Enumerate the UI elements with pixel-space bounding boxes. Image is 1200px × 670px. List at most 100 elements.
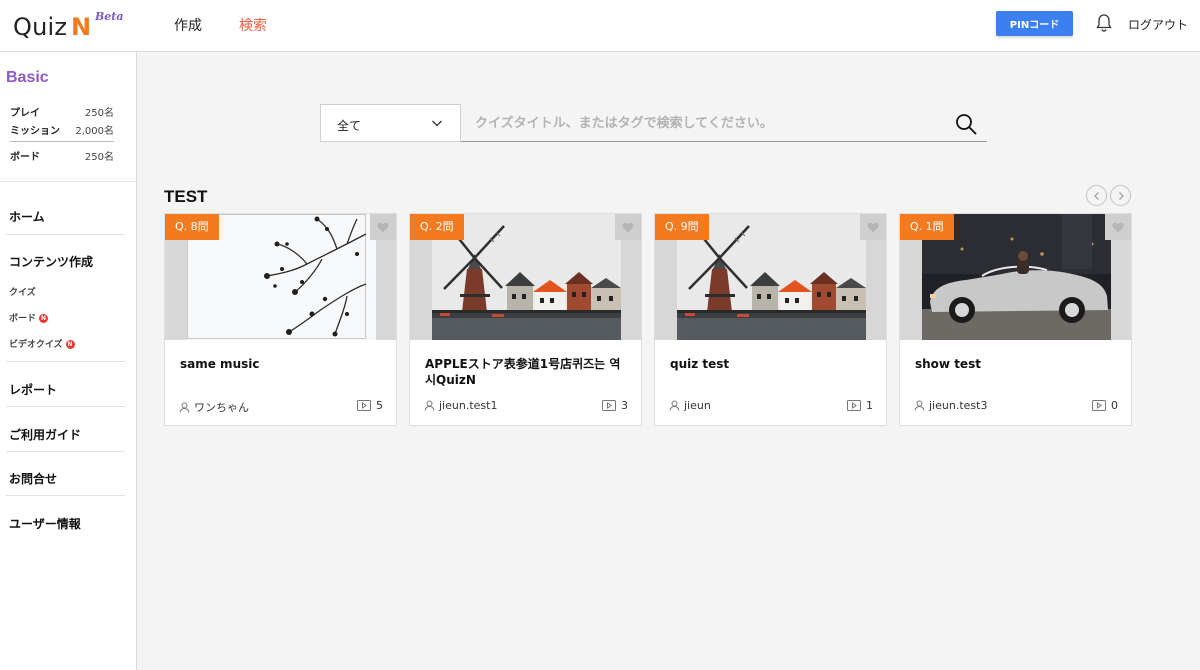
stat-label: ミッション (10, 126, 60, 137)
menu-user-info[interactable]: ユーザー情報 (9, 515, 81, 532)
heart-icon (622, 222, 634, 233)
stat-board: ボード 250名 (10, 148, 114, 164)
heart-icon (867, 222, 879, 233)
bell-icon[interactable] (1095, 13, 1113, 33)
carousel-next-button[interactable] (1110, 185, 1131, 206)
user-icon (424, 400, 435, 411)
nav-create[interactable]: 作成 (174, 15, 202, 35)
favorite-button[interactable] (1105, 214, 1131, 240)
card-author: jieun (669, 399, 711, 412)
menu-video-quiz[interactable]: ビデオクイズ N (9, 337, 75, 350)
stat-mission: ミッション 2,000名 (10, 122, 114, 138)
stat-value: 250名 (84, 152, 114, 163)
favorite-button[interactable] (370, 214, 396, 240)
quiz-card[interactable]: Q. 9問 quiz test jieun 1 (654, 213, 887, 426)
menu-divider (6, 406, 125, 407)
menu-board-label: ボード (9, 314, 37, 324)
nav-search[interactable]: 検索 (239, 15, 267, 35)
menu-quiz[interactable]: クイズ (9, 285, 36, 298)
card-author: jieun.test3 (914, 399, 987, 412)
card-title: quiz test (670, 357, 730, 371)
heart-icon (1112, 222, 1124, 233)
favorite-button[interactable] (615, 214, 641, 240)
menu-divider (6, 451, 125, 452)
logo-text: Quiz (13, 13, 68, 41)
quiz-card[interactable]: Q. 1問 show test jieun.test3 0 (899, 213, 1132, 426)
menu-report[interactable]: レポート (9, 381, 57, 398)
stat-label: プレイ (10, 108, 40, 119)
top-header: Quiz N Beta 作成 検索 PINコード ログアウト (0, 0, 1200, 52)
section-divider (0, 181, 136, 182)
user-icon (179, 402, 190, 413)
plan-name: Basic (6, 69, 49, 86)
menu-guide[interactable]: ご利用ガイド (9, 426, 81, 443)
card-author: ワンちゃん (179, 399, 249, 415)
menu-video-quiz-label: ビデオクイズ (9, 340, 63, 350)
menu-quiz-label: クイズ (9, 288, 36, 298)
quiz-card[interactable]: Q. 8問 same music ワンちゃん 5 (164, 213, 397, 426)
play-icon (602, 400, 616, 411)
question-count-badge: Q. 1問 (900, 214, 954, 240)
card-play-count: 5 (357, 399, 383, 412)
favorite-button[interactable] (860, 214, 886, 240)
card-thumbnail: Q. 8問 (165, 214, 396, 340)
author-name: jieun.test1 (439, 399, 498, 412)
filter-value: 全て (337, 119, 362, 133)
carousel-prev-button[interactable] (1086, 185, 1107, 206)
heart-icon (377, 222, 389, 233)
count-value: 0 (1111, 399, 1118, 412)
search-input[interactable] (475, 114, 945, 132)
stat-divider (10, 141, 114, 142)
new-badge: N (39, 314, 49, 323)
stat-value: 2,000名 (75, 126, 114, 137)
quizn-logo[interactable]: Quiz N Beta (13, 9, 124, 43)
question-count-badge: Q. 9問 (655, 214, 709, 240)
menu-divider (6, 495, 125, 496)
card-author: jieun.test1 (424, 399, 497, 412)
logo-n: N (71, 13, 92, 41)
search-bar (461, 104, 987, 142)
stat-play: プレイ 250名 (10, 104, 114, 120)
card-play-count: 1 (847, 399, 873, 412)
count-value: 5 (376, 399, 383, 412)
card-thumbnail: Q. 1問 (900, 214, 1131, 340)
pin-code-button[interactable]: PINコード (996, 11, 1073, 36)
author-name: jieun (684, 399, 711, 412)
card-title: show test (915, 357, 981, 371)
new-badge: N (65, 340, 75, 349)
user-icon (669, 400, 680, 411)
question-count-badge: Q. 8問 (165, 214, 219, 240)
logo-beta: Beta (95, 10, 124, 23)
chevron-right-icon (1119, 192, 1124, 200)
card-title: same music (180, 357, 260, 371)
menu-divider (6, 234, 125, 235)
author-name: ワンちゃん (194, 401, 249, 414)
card-play-count: 3 (602, 399, 628, 412)
logout-link[interactable]: ログアウト (1128, 16, 1188, 33)
search-icon[interactable] (955, 113, 977, 135)
quiz-card[interactable]: Q. 2問 APPLEストア表参道1号店퀴즈는 역시QuizN jieun.te… (409, 213, 642, 426)
sidebar: Basic プレイ 250名 ミッション 2,000名 ボード 250名 ホーム… (0, 52, 137, 670)
card-title: APPLEストア表参道1号店퀴즈는 역시QuizN (425, 357, 621, 387)
count-value: 3 (621, 399, 628, 412)
menu-content-create[interactable]: コンテンツ作成 (9, 253, 93, 270)
count-value: 1 (866, 399, 873, 412)
user-icon (914, 400, 925, 411)
search-filter-select[interactable]: 全て (320, 104, 461, 142)
section-title: TEST (164, 187, 208, 206)
play-icon (847, 400, 861, 411)
menu-home[interactable]: ホーム (9, 208, 45, 225)
card-thumbnail: Q. 2問 (410, 214, 641, 340)
menu-contact[interactable]: お問合せ (9, 470, 57, 487)
card-thumbnail: Q. 9問 (655, 214, 886, 340)
chevron-left-icon (1094, 192, 1099, 200)
play-icon (357, 400, 371, 411)
menu-divider (6, 361, 125, 362)
stat-value: 250名 (84, 108, 114, 119)
play-icon (1092, 400, 1106, 411)
question-count-badge: Q. 2問 (410, 214, 464, 240)
card-play-count: 0 (1092, 399, 1118, 412)
stat-label: ボード (10, 152, 40, 163)
menu-board[interactable]: ボード N (9, 311, 49, 324)
author-name: jieun.test3 (929, 399, 988, 412)
